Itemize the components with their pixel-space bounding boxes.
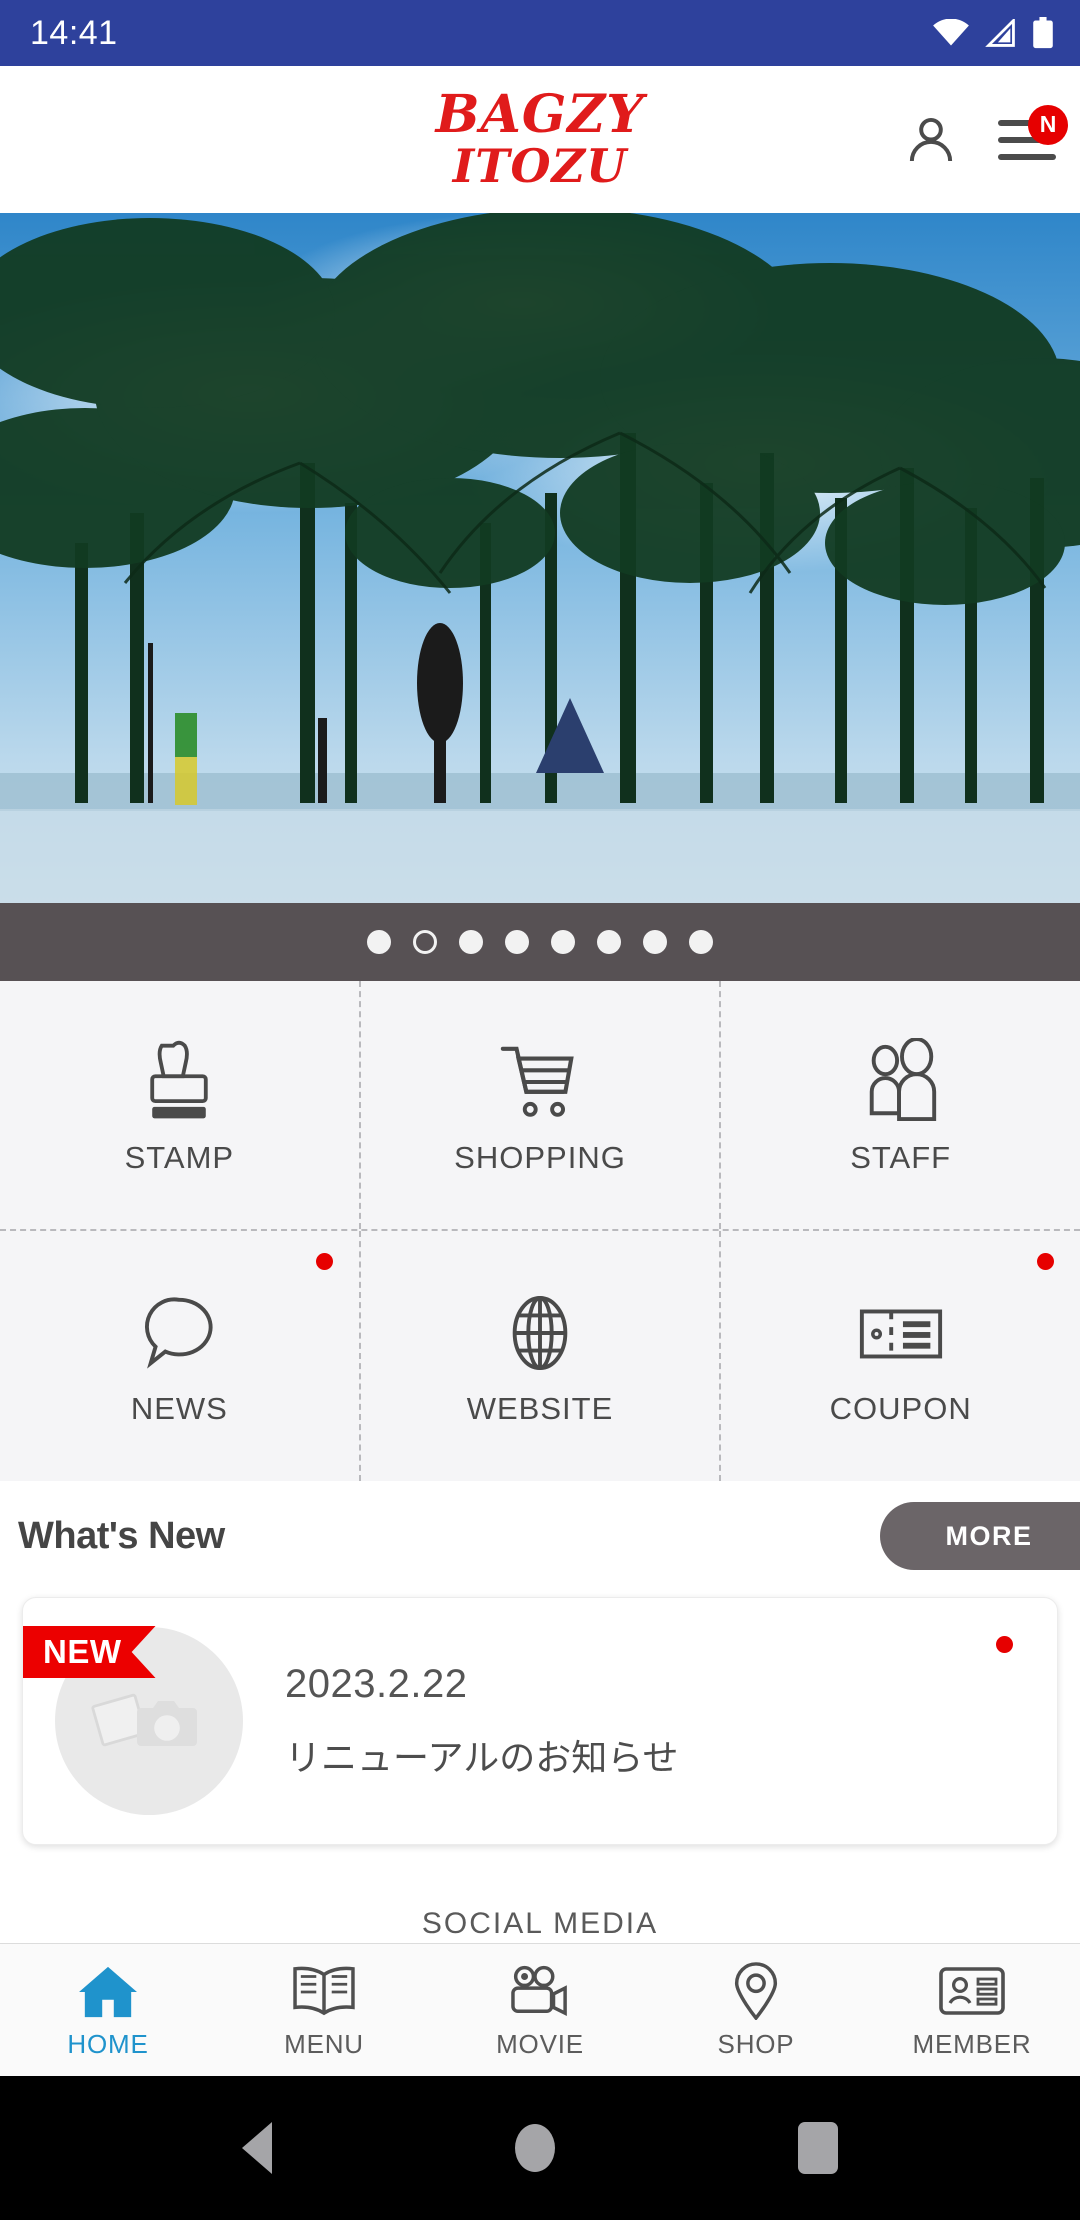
nav-label: SHOP: [717, 2028, 795, 2059]
nav-label: MOVIE: [496, 2028, 584, 2059]
menu-item-coupon[interactable]: COUPON: [719, 1231, 1080, 1481]
home-circle-icon[interactable]: [514, 2124, 555, 2172]
nav-item-movie[interactable]: MOVIE: [432, 1944, 648, 2076]
status-icons: [932, 17, 1054, 49]
photo-placeholder-icon: [91, 1693, 197, 1747]
status-bar: 14:41: [0, 0, 1080, 66]
menu-item-staff[interactable]: STAFF: [719, 981, 1080, 1229]
quick-menu-grid: STAMP SHOPPING STAFF NEWS WEBSITE COUPON: [0, 981, 1080, 1481]
coupon-unread-dot: [1037, 1253, 1055, 1270]
shopping-cart-icon: [497, 1034, 583, 1126]
nav-item-menu[interactable]: MENU: [216, 1944, 432, 2076]
whats-new-more-button[interactable]: MORE: [880, 1502, 1080, 1570]
stamp-icon: [140, 1034, 218, 1126]
open-book-icon: [291, 1961, 357, 2021]
hero-photo: [0, 213, 1080, 903]
carousel-dot[interactable]: [505, 930, 529, 954]
carousel-dot[interactable]: [459, 930, 483, 954]
news-title: リニューアルのお知らせ: [285, 1737, 679, 1779]
battery-icon: [1033, 17, 1053, 49]
home-icon: [77, 1961, 139, 2021]
back-triangle-icon[interactable]: [241, 2122, 272, 2174]
news-date: 2023.2.22: [285, 1661, 468, 1706]
news-unread-indicator: [996, 1636, 1013, 1653]
whats-new-title: What's New: [18, 1514, 225, 1557]
menu-notification-badge: N: [1028, 104, 1068, 145]
menu-item-website[interactable]: WEBSITE: [358, 1231, 720, 1481]
menu-label: SHOPPING: [454, 1140, 626, 1175]
news-content: 2023.2.22 リニューアルのお知らせ: [285, 1662, 678, 1781]
menu-label: STAFF: [850, 1140, 952, 1175]
status-time: 14:41: [30, 13, 118, 52]
menu-label: WEBSITE: [466, 1391, 614, 1426]
coupon-ticket-icon: [856, 1285, 946, 1377]
bottom-navigation-bar: HOME MENU MOVIE SHOP MEMBER: [0, 1943, 1080, 2076]
nav-label: MENU: [284, 2028, 364, 2059]
news-list: NEW 2023.2.22 リニューアルのお知らせ: [0, 1591, 1080, 1885]
nav-label: HOME: [67, 2028, 149, 2059]
wifi-icon: [933, 19, 969, 46]
globe-icon: [501, 1285, 579, 1377]
nav-item-home[interactable]: HOME: [0, 1944, 216, 2076]
recents-square-icon[interactable]: [798, 2122, 839, 2174]
carousel-dot[interactable]: [551, 930, 575, 954]
id-card-icon: [938, 1961, 1006, 2021]
video-camera-icon: [507, 1961, 573, 2021]
carousel-dot[interactable]: [689, 930, 713, 954]
quick-menu-row-2: NEWS WEBSITE COUPON: [0, 1231, 1080, 1481]
menu-label: STAMP: [124, 1140, 235, 1175]
whats-new-header: What's New MORE: [0, 1481, 1080, 1591]
social-media-title: SOCIAL MEDIA: [421, 1907, 659, 1940]
nav-item-shop[interactable]: SHOP: [648, 1944, 864, 2076]
android-navigation-bar: [0, 2076, 1080, 2220]
nav-label: MEMBER: [912, 2028, 1032, 2059]
carousel-indicator[interactable]: [0, 903, 1080, 981]
menu-item-shopping[interactable]: SHOPPING: [358, 981, 720, 1229]
menu-label: COUPON: [829, 1391, 972, 1426]
map-pin-icon: [730, 1961, 782, 2021]
carousel-dot-active[interactable]: [413, 930, 437, 954]
hero-banner-image[interactable]: [0, 213, 1080, 903]
account-button[interactable]: [900, 109, 962, 171]
news-list-item[interactable]: NEW 2023.2.22 リニューアルのお知らせ: [22, 1597, 1058, 1845]
app-header: BAGZY ITOZU N: [0, 66, 1080, 213]
logo-line-2: ITOZU: [452, 139, 628, 194]
menu-item-stamp[interactable]: STAMP: [0, 981, 359, 1229]
header-actions: N: [900, 66, 1068, 213]
app-logo[interactable]: BAGZY ITOZU: [435, 84, 645, 194]
carousel-dot[interactable]: [597, 930, 621, 954]
staff-people-icon: [860, 1034, 942, 1126]
cellular-signal-icon: [985, 19, 1015, 47]
menu-button[interactable]: N: [996, 104, 1068, 171]
nav-item-member[interactable]: MEMBER: [864, 1944, 1080, 2076]
person-icon: [909, 117, 953, 161]
carousel-dot[interactable]: [367, 930, 391, 954]
quick-menu-row-1: STAMP SHOPPING STAFF: [0, 981, 1080, 1231]
menu-label: NEWS: [130, 1391, 228, 1426]
carousel-dot[interactable]: [643, 930, 667, 954]
speech-bubble-icon: [138, 1285, 220, 1377]
logo-line-1: BAGZY: [435, 84, 645, 146]
menu-item-news[interactable]: NEWS: [0, 1231, 359, 1481]
news-unread-dot: [315, 1253, 333, 1270]
